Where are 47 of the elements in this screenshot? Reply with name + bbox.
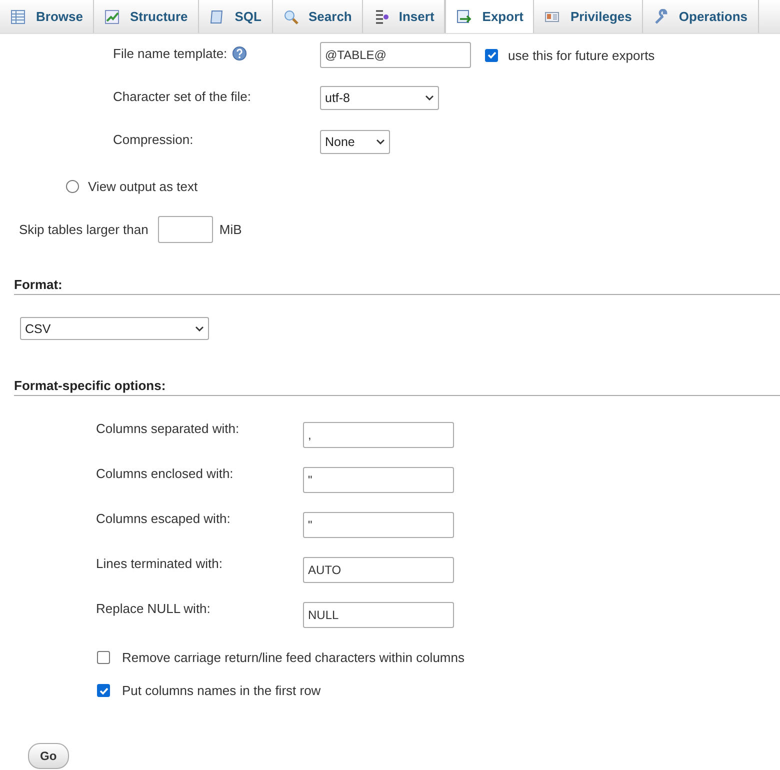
field-label: Compression:: [113, 131, 194, 147]
checkbox[interactable]: [485, 48, 498, 62]
size-field[interactable]: [158, 216, 214, 243]
radio-button[interactable]: [66, 180, 79, 192]
tab[interactable]: SQL: [198, 0, 272, 33]
caret-icon: [195, 326, 204, 332]
help-icon[interactable]: [232, 46, 248, 61]
export-icon: [456, 8, 472, 24]
unit-label: MiB: [219, 222, 242, 237]
checkbox-label: use this for future exports: [508, 48, 655, 62]
checkbox-label: Remove carriage return/line feed characters within columns: [122, 650, 464, 665]
go-button[interactable]: Go: [28, 743, 69, 769]
field-label: Skip tables larger than: [19, 222, 148, 237]
format-select[interactable]: CSV: [20, 317, 209, 340]
tab[interactable]: Structure: [94, 0, 199, 33]
tab[interactable]: Browse: [0, 0, 94, 33]
field-label: Columns separated with:: [96, 421, 240, 436]
section-heading: Format:: [14, 277, 780, 295]
template-field[interactable]: @TABLE@: [320, 42, 471, 68]
section-heading: Format-specific options:: [14, 378, 780, 396]
caret-icon: [425, 95, 434, 101]
field-label: Lines terminated with:: [96, 556, 224, 571]
charset-select[interactable]: utf-8: [320, 86, 439, 110]
caret-icon: [376, 139, 385, 145]
wrench-icon: [652, 8, 669, 24]
magnifier-icon: [282, 8, 298, 24]
input-field[interactable]: ": [303, 512, 454, 538]
field-label: Columns enclosed with:: [96, 466, 234, 481]
checkbox-label: Put columns names in the first row: [122, 683, 321, 698]
field-label: Columns escaped with:: [96, 511, 232, 526]
table-icon: [10, 8, 26, 24]
checkbox[interactable]: [97, 651, 110, 664]
radio-label: View output as text: [88, 178, 198, 194]
compression-select[interactable]: None: [320, 130, 390, 154]
tab[interactable]: Export: [445, 0, 534, 33]
checkbox[interactable]: [97, 684, 110, 697]
input-field[interactable]: ,: [303, 422, 454, 448]
tab[interactable]: Operations: [642, 0, 759, 33]
tab[interactable]: Privileges: [534, 0, 643, 33]
input-field[interactable]: AUTO: [303, 557, 454, 583]
input-field[interactable]: NULL: [303, 602, 454, 628]
field-label: Character set of the file:: [113, 88, 252, 104]
structure-icon: [104, 8, 120, 24]
field-label: Replace NULL with:: [96, 601, 212, 616]
tab[interactable]: Search: [272, 0, 363, 33]
field-label: File name template:: [113, 45, 228, 61]
input-field[interactable]: ": [303, 467, 454, 493]
